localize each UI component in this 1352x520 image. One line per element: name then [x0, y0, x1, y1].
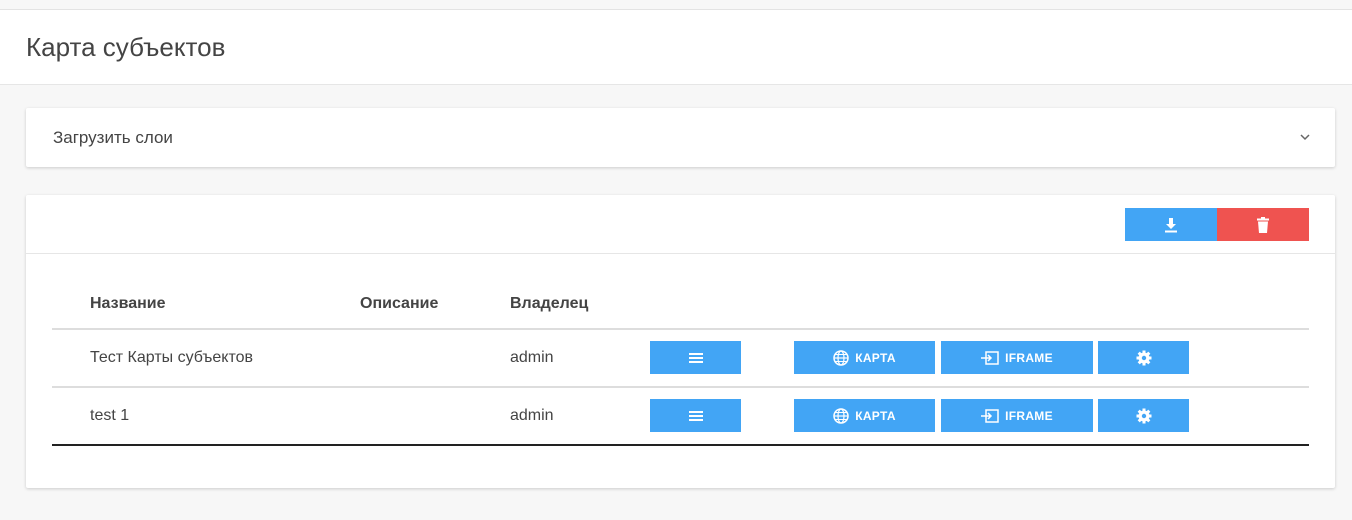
- maps-table: Название Описание Владелец Тест Карты су…: [52, 280, 1309, 446]
- settings-button[interactable]: [1098, 399, 1189, 432]
- delete-button[interactable]: [1217, 208, 1309, 241]
- list-icon: [688, 352, 703, 363]
- globe-icon: [833, 349, 849, 366]
- table-row: Тест Карты субъектов admin КАРТА IFRAME: [52, 329, 1309, 388]
- gear-icon: [1136, 408, 1151, 423]
- row-actions: КАРТА IFRAME: [650, 329, 1309, 388]
- download-icon: [1165, 217, 1177, 232]
- list-button[interactable]: [650, 341, 741, 374]
- map-button[interactable]: КАРТА: [794, 399, 935, 432]
- row-owner: admin: [510, 329, 650, 388]
- chevron-down-icon: [1300, 134, 1310, 141]
- row-name: Тест Карты субъектов: [52, 329, 360, 388]
- row-description: [360, 329, 510, 388]
- load-layers-accordion[interactable]: Загрузить слои: [26, 108, 1335, 167]
- settings-button[interactable]: [1098, 341, 1189, 374]
- row-actions: КАРТА IFRAME: [650, 387, 1309, 446]
- list-icon: [688, 410, 703, 421]
- page-header: Карта субъектов: [0, 10, 1352, 85]
- row-owner: admin: [510, 387, 650, 446]
- iframe-button-label: IFRAME: [1005, 350, 1053, 365]
- table-header-row: Название Описание Владелец: [52, 280, 1309, 330]
- map-button[interactable]: КАРТА: [794, 341, 935, 374]
- globe-icon: [833, 407, 849, 424]
- column-header-name[interactable]: Название: [52, 280, 360, 330]
- login-icon: [981, 408, 999, 423]
- map-button-label: КАРТА: [855, 408, 896, 423]
- iframe-button-label: IFRAME: [1005, 408, 1053, 423]
- column-header-owner[interactable]: Владелец: [510, 280, 650, 330]
- maps-panel: Название Описание Владелец Тест Карты су…: [26, 195, 1335, 488]
- list-button[interactable]: [650, 399, 741, 432]
- panel-toolbar: [26, 195, 1335, 254]
- login-icon: [981, 350, 999, 365]
- column-header-actions: [650, 280, 1309, 330]
- accordion-title: Загрузить слои: [53, 128, 173, 147]
- trash-icon: [1257, 216, 1269, 233]
- iframe-button[interactable]: IFRAME: [941, 399, 1093, 432]
- row-description: [360, 387, 510, 446]
- gear-icon: [1136, 350, 1151, 365]
- iframe-button[interactable]: IFRAME: [941, 341, 1093, 374]
- row-name: test 1: [52, 387, 360, 446]
- table-row: test 1 admin КАРТА IFRAME: [52, 387, 1309, 446]
- page-title: Карта субъектов: [26, 32, 226, 62]
- column-header-description[interactable]: Описание: [360, 280, 510, 330]
- map-button-label: КАРТА: [855, 350, 896, 365]
- download-button[interactable]: [1125, 208, 1217, 241]
